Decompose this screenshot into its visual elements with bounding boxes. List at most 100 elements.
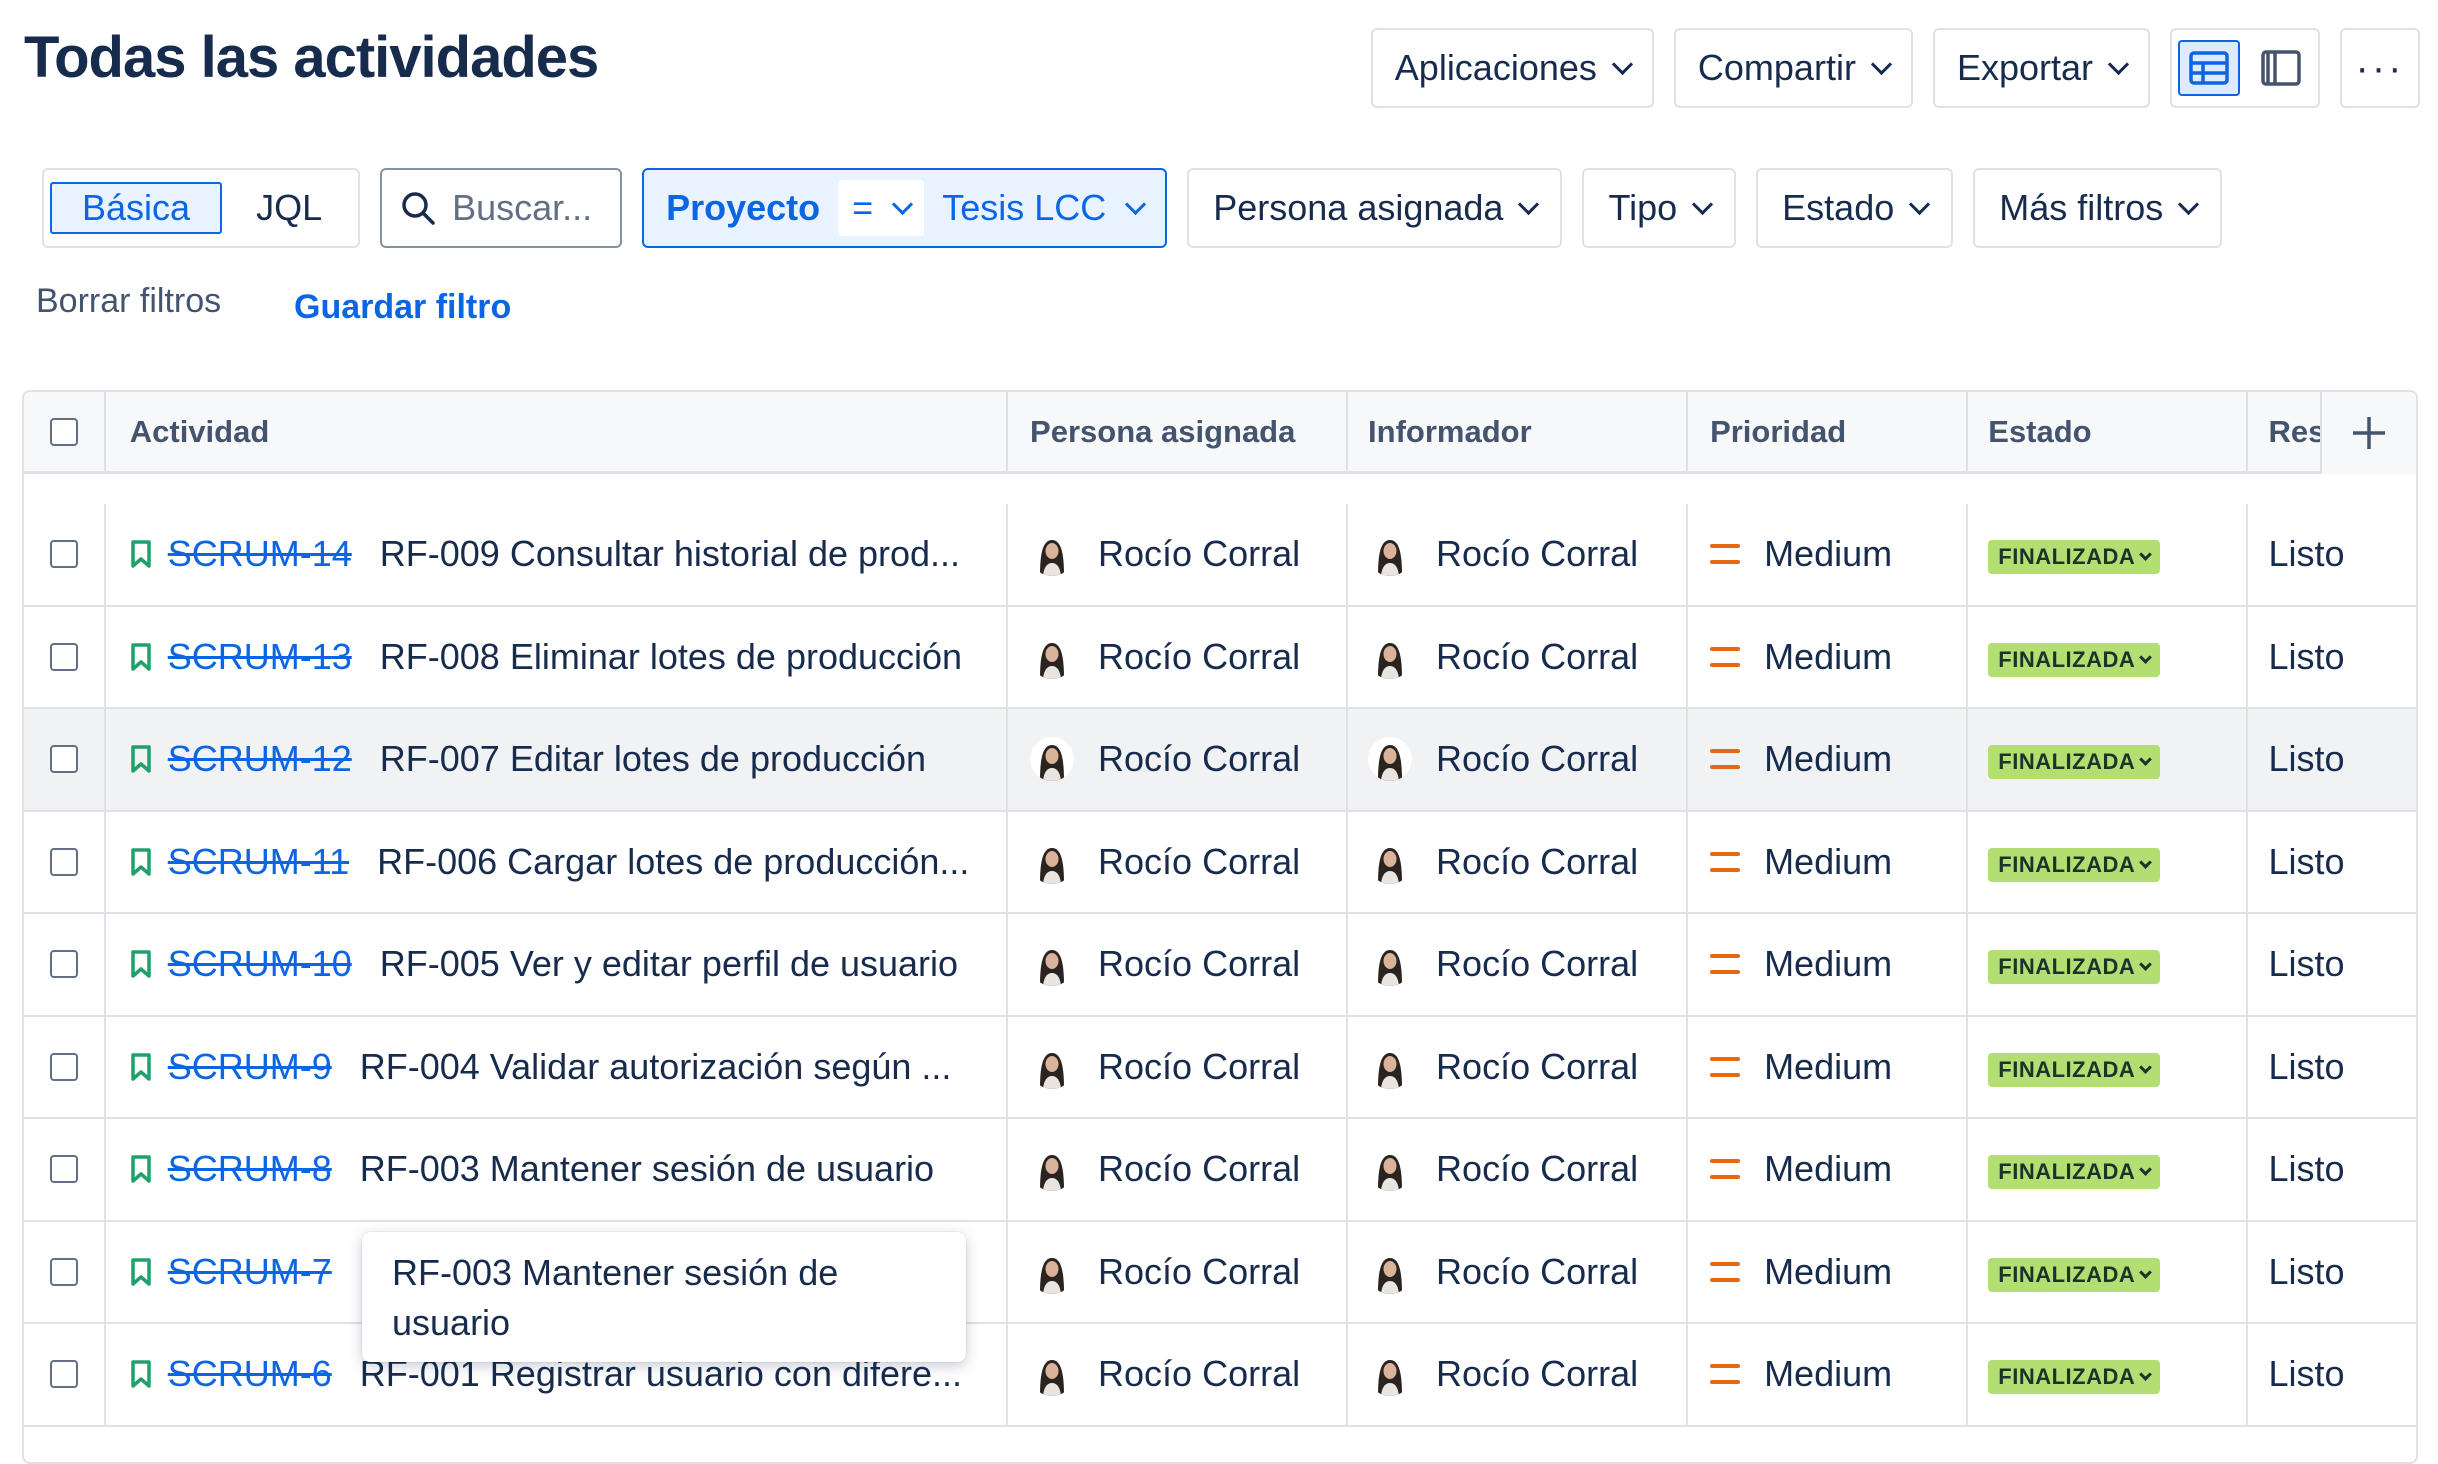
assignee-cell[interactable]: Rocío Corral — [1008, 1324, 1349, 1425]
status-badge[interactable]: FINALIZADA — [1988, 745, 2161, 780]
reporter-cell[interactable]: Rocío Corral — [1348, 1221, 1689, 1322]
assignee-cell[interactable]: Rocío Corral — [1008, 504, 1349, 605]
column-header-activity[interactable]: Actividad — [106, 392, 1009, 471]
select-all-checkbox[interactable] — [49, 417, 78, 446]
issue-key-link[interactable]: SCRUM-11 — [168, 841, 349, 883]
issue-key-link[interactable]: SCRUM-6 — [168, 1353, 332, 1395]
table-row[interactable]: SCRUM-12 RF-007 Editar lotes de producci… — [24, 709, 2416, 812]
issue-key-link[interactable]: SCRUM-8 — [168, 1148, 332, 1190]
reporter-cell[interactable]: Rocío Corral — [1348, 914, 1689, 1015]
assignee-cell[interactable]: Rocío Corral — [1008, 1016, 1349, 1117]
issue-key-link[interactable]: SCRUM-9 — [168, 1046, 332, 1088]
reporter-cell[interactable]: Rocío Corral — [1348, 811, 1689, 912]
row-checkbox[interactable] — [49, 745, 78, 774]
priority-cell[interactable]: Medium — [1688, 811, 1969, 912]
priority-cell[interactable]: Medium — [1688, 1221, 1969, 1322]
row-checkbox[interactable] — [49, 642, 78, 671]
more-filters-button[interactable]: Más filtros — [1973, 168, 2223, 248]
assignee-cell[interactable]: Rocío Corral — [1008, 606, 1349, 707]
row-checkbox[interactable] — [49, 1360, 78, 1389]
reporter-cell[interactable]: Rocío Corral — [1348, 1016, 1689, 1117]
assignee-cell[interactable]: Rocío Corral — [1008, 914, 1349, 1015]
column-header-assignee[interactable]: Persona asignada — [1008, 392, 1349, 471]
basic-mode-button[interactable]: Básica — [50, 182, 223, 234]
status-badge[interactable]: FINALIZADA — [1988, 540, 2161, 575]
status-label: FINALIZADA — [1998, 1261, 2136, 1287]
issue-key-link[interactable]: SCRUM-13 — [168, 636, 352, 678]
reporter-cell[interactable]: Rocío Corral — [1348, 606, 1689, 707]
save-filter-button[interactable]: Guardar filtro — [294, 288, 511, 327]
project-operator[interactable]: = — [838, 180, 925, 236]
priority-cell[interactable]: Medium — [1688, 504, 1969, 605]
assignee-cell[interactable]: Rocío Corral — [1008, 1119, 1349, 1220]
reporter-cell[interactable]: Rocío Corral — [1348, 1119, 1689, 1220]
column-header-status[interactable]: Estado — [1968, 392, 2249, 471]
row-checkbox[interactable] — [49, 540, 78, 569]
issue-summary[interactable]: RF-007 Editar lotes de producción — [380, 738, 926, 780]
apps-label: Aplicaciones — [1394, 47, 1597, 88]
issue-summary[interactable]: RF-008 Eliminar lotes de producción — [380, 636, 962, 678]
status-badge[interactable]: FINALIZADA — [1988, 847, 2161, 882]
status-badge[interactable]: FINALIZADA — [1988, 1052, 2161, 1087]
issue-summary[interactable]: RF-009 Consultar historial de prod... — [380, 533, 960, 575]
project-filter[interactable]: Proyecto = Tesis LCC — [642, 168, 1168, 248]
status-badge[interactable]: FINALIZADA — [1988, 1155, 2161, 1190]
issue-summary[interactable]: RF-006 Cargar lotes de producción... — [377, 841, 969, 883]
more-actions-button[interactable]: ··· — [2340, 28, 2420, 108]
issue-summary[interactable]: RF-005 Ver y editar perfil de usuario — [380, 943, 958, 985]
resolution-cell: Listo — [2248, 812, 2416, 913]
table-row[interactable]: SCRUM-9 RF-004 Validar autorización segú… — [24, 1016, 2416, 1119]
issue-summary[interactable]: RF-003 Mantener sesión de usuario — [360, 1148, 934, 1190]
priority-cell[interactable]: Medium — [1688, 1324, 1969, 1425]
row-checkbox[interactable] — [49, 1052, 78, 1081]
issue-key-link[interactable]: SCRUM-7 — [168, 1251, 332, 1293]
search-input[interactable]: Buscar... — [380, 168, 623, 248]
assignee-cell[interactable]: Rocío Corral — [1008, 709, 1349, 810]
assignee-cell[interactable]: Rocío Corral — [1008, 811, 1349, 912]
reporter-cell[interactable]: Rocío Corral — [1348, 1324, 1689, 1425]
row-checkbox[interactable] — [49, 1155, 78, 1184]
column-header-reporter[interactable]: Informador — [1348, 392, 1689, 471]
bookmark-icon — [131, 950, 151, 978]
table-row[interactable]: SCRUM-8 RF-003 Mantener sesión de usuari… — [24, 1119, 2416, 1222]
chevron-down-icon — [2178, 193, 2200, 215]
status-badge[interactable]: FINALIZADA — [1988, 1257, 2161, 1292]
status-badge[interactable]: FINALIZADA — [1988, 1360, 2161, 1395]
assignee-cell[interactable]: Rocío Corral — [1008, 1221, 1349, 1322]
list-view-button[interactable] — [2178, 40, 2240, 96]
priority-cell[interactable]: Medium — [1688, 914, 1969, 1015]
row-checkbox[interactable] — [49, 1257, 78, 1286]
issue-key-link[interactable]: SCRUM-12 — [168, 738, 352, 780]
issue-key-link[interactable]: SCRUM-10 — [168, 943, 352, 985]
reporter-cell[interactable]: Rocío Corral — [1348, 709, 1689, 810]
table-row[interactable]: SCRUM-14 RF-009 Consultar historial de p… — [24, 504, 2416, 607]
detail-view-button[interactable] — [2250, 40, 2312, 96]
row-checkbox[interactable] — [49, 847, 78, 876]
issue-key-link[interactable]: SCRUM-14 — [168, 533, 352, 575]
assignee-filter[interactable]: Persona asignada — [1187, 168, 1563, 248]
export-button[interactable]: Exportar — [1932, 28, 2150, 108]
add-column-button[interactable] — [2320, 392, 2416, 474]
type-filter[interactable]: Tipo — [1582, 168, 1737, 248]
jql-mode-button[interactable]: JQL — [226, 182, 352, 234]
priority-cell[interactable]: Medium — [1688, 709, 1969, 810]
apps-button[interactable]: Aplicaciones — [1370, 28, 1654, 108]
share-button[interactable]: Compartir — [1673, 28, 1913, 108]
table-row[interactable]: SCRUM-13 RF-008 Eliminar lotes de produc… — [24, 606, 2416, 709]
column-header-priority[interactable]: Prioridad — [1688, 392, 1969, 471]
issue-summary[interactable]: RF-004 Validar autorización según ... — [360, 1046, 952, 1088]
clear-filters-button[interactable]: Borrar filtros — [36, 282, 221, 321]
priority-cell[interactable]: Medium — [1688, 606, 1969, 707]
reporter-cell[interactable]: Rocío Corral — [1348, 504, 1689, 605]
status-filter[interactable]: Estado — [1756, 168, 1954, 248]
status-badge[interactable]: FINALIZADA — [1988, 950, 2161, 985]
row-checkbox[interactable] — [49, 950, 78, 979]
table-row[interactable]: SCRUM-11 RF-006 Cargar lotes de producci… — [24, 811, 2416, 914]
table-row[interactable]: SCRUM-10 RF-005 Ver y editar perfil de u… — [24, 914, 2416, 1017]
status-badge[interactable]: FINALIZADA — [1988, 642, 2161, 677]
priority-cell[interactable]: Medium — [1688, 1119, 1969, 1220]
priority-cell[interactable]: Medium — [1688, 1016, 1969, 1117]
activity-cell: SCRUM-9 RF-004 Validar autorización segú… — [106, 1016, 1009, 1117]
avatar — [1030, 1044, 1075, 1089]
priority-value: Medium — [1764, 1148, 1893, 1190]
